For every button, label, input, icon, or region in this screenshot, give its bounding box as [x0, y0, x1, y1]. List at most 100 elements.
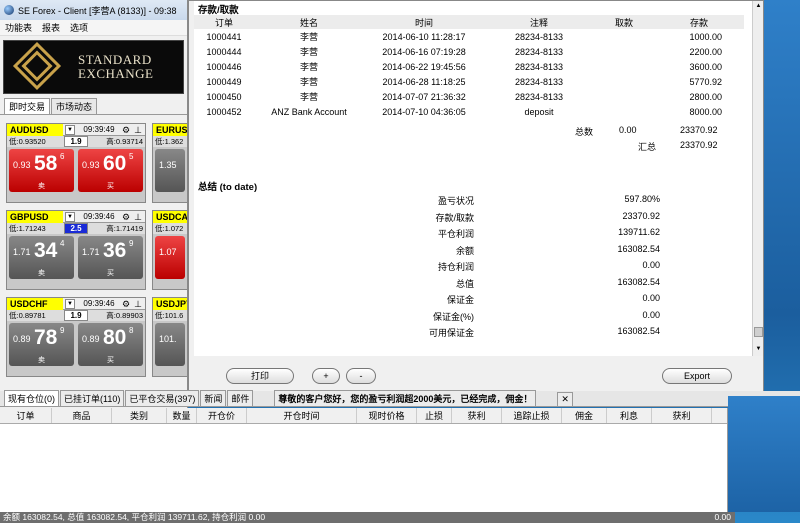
- grid-col-header[interactable]: 类别: [112, 408, 167, 423]
- menu-functions[interactable]: 功能表: [0, 21, 37, 34]
- summary-value: 139711.62: [618, 227, 660, 237]
- grid-col-header[interactable]: 数量: [167, 408, 197, 423]
- gear-icon[interactable]: ⚙: [121, 299, 131, 309]
- quote-symbol[interactable]: EURUS: [153, 124, 187, 136]
- scroll-up-icon[interactable]: ▲: [754, 2, 763, 11]
- report-panel: 存款/取款 订单 姓名 时间 注释 取款 存款 1000441 李营 2014-06…: [194, 1, 752, 356]
- summary-row: 存款/取款 23370.92: [194, 211, 664, 228]
- summary-label: 余额: [455, 245, 474, 256]
- tab-pending-orders[interactable]: 已挂订单(110): [60, 390, 125, 406]
- deposit-row: 1000452 ANZ Bank Account 2014-07-10 04:36:…: [194, 104, 744, 119]
- desktop-area: [728, 396, 800, 512]
- sell-button[interactable]: 1.07: [155, 236, 185, 279]
- sell-button[interactable]: 0.89 78 9 卖: [9, 323, 74, 366]
- dialog-buttons: 打印 + - Export: [189, 368, 765, 388]
- export-button[interactable]: Export: [662, 368, 732, 384]
- chart-icon[interactable]: ⊥: [133, 299, 143, 309]
- grid-col-header[interactable]: 订单: [0, 408, 52, 423]
- gear-icon[interactable]: ⚙: [121, 125, 131, 135]
- close-ticker-icon[interactable]: ✕: [557, 392, 573, 406]
- deposit-table: 订单 姓名 时间 注释 取款 存款 1000441 李营 2014-06-10 11…: [194, 15, 744, 119]
- summary-row: 总值 163082.54: [194, 277, 664, 294]
- quote-symbol[interactable]: USDJPY: [153, 298, 187, 310]
- tab-news[interactable]: 新闻: [200, 390, 227, 406]
- quote-low: 低:0.89781: [9, 311, 46, 320]
- summary-row: 平仓利润 139711.62: [194, 227, 664, 244]
- zoom-out-button[interactable]: -: [346, 368, 376, 384]
- sell-button[interactable]: 0.93 58 6 卖: [9, 149, 74, 192]
- grid-col-header[interactable]: 获利: [452, 408, 502, 423]
- sell-button[interactable]: 1.71 34 4 卖: [9, 236, 74, 279]
- sell-price-prefix: 101.: [159, 334, 177, 344]
- menu-bar: 功能表 报表 选项: [0, 20, 187, 36]
- print-button[interactable]: 打印: [226, 368, 294, 384]
- sell-label: 卖: [38, 270, 45, 277]
- symbol-dropdown-icon[interactable]: ▼: [65, 211, 75, 222]
- buy-button[interactable]: 0.89 80 8 买: [78, 323, 143, 366]
- buy-price-fraction: 8: [129, 326, 134, 335]
- quote-low: 低:0.93520: [9, 137, 46, 146]
- chart-icon[interactable]: ⊥: [133, 125, 143, 135]
- summary-value: 163082.54: [617, 243, 660, 254]
- scroll-down-icon[interactable]: ▼: [754, 345, 763, 354]
- tab-closed-trades[interactable]: 已平仓交易(397): [125, 390, 200, 406]
- summary-label: 平仓利润: [437, 229, 474, 239]
- scroll-thumb[interactable]: [754, 327, 763, 337]
- logo-line2: EXCHANGE: [78, 66, 154, 81]
- deposit-header-row: 订单 姓名 时间 注释 取款 存款: [194, 15, 744, 29]
- quote-symbol[interactable]: USDCA: [153, 211, 187, 223]
- grid-col-header[interactable]: 现时价格: [357, 408, 417, 423]
- total-withdraw: 0.00: [619, 125, 637, 135]
- report-scrollbar[interactable]: ▲ ▼: [752, 1, 763, 356]
- grid-col-header[interactable]: 开仓时间: [247, 408, 357, 423]
- grid-col-header[interactable]: 开仓价: [197, 408, 247, 423]
- tab-market-news[interactable]: 市场动态: [51, 98, 98, 114]
- quote-high: 高:1.71419: [106, 224, 143, 233]
- deposit-cell: 3600.00: [689, 61, 722, 72]
- buy-price-pips: 80: [103, 326, 127, 349]
- deposit-cell: 1000452: [206, 106, 242, 117]
- quote-card-audusd: AUDUSD ▼ 09:39:49 ⚙ ⊥ 低:0.93520 1.9 高:0.…: [6, 123, 146, 203]
- deposit-cell: 2014-07-07 21:36:32: [382, 91, 466, 102]
- grid-col-header[interactable]: 止损: [417, 408, 452, 423]
- sell-button[interactable]: 1.35: [155, 149, 185, 192]
- menu-reports[interactable]: 报表: [37, 21, 65, 34]
- grid-col-header[interactable]: 利息: [607, 408, 652, 423]
- grid-col-header[interactable]: 追踪止损: [502, 408, 562, 423]
- deposit-cell: 1000441: [206, 31, 242, 42]
- grid-col-header[interactable]: 商品: [52, 408, 112, 423]
- quote-symbol[interactable]: GBPUSD: [7, 210, 63, 223]
- status-text: 余额 163082.54, 总值 163082.54, 平仓利润 139711.…: [3, 512, 266, 522]
- left-tabs: 即时交易 市场动态: [0, 98, 187, 115]
- buy-price-fraction: 5: [129, 152, 134, 161]
- col-deposit: 存款: [654, 15, 744, 29]
- sell-price-fraction: 4: [60, 239, 65, 248]
- deposit-cell: 2014-06-16 07:19:28: [382, 46, 466, 57]
- logo-line1: STANDARD: [78, 52, 152, 67]
- buy-label: 买: [107, 270, 114, 277]
- zoom-in-button[interactable]: +: [312, 368, 340, 384]
- col-name: 姓名: [254, 15, 364, 29]
- tab-open-positions[interactable]: 现有仓位(0): [4, 390, 59, 406]
- summary-label: 持仓利润: [437, 262, 474, 272]
- deposit-row: 1000449 李营 2014-06-28 11:18:25 28234-8133 57…: [194, 74, 744, 89]
- buy-button[interactable]: 1.71 36 9 买: [78, 236, 143, 279]
- summary-label: 总值: [455, 278, 474, 289]
- summary-value: 0.00: [642, 309, 660, 320]
- grid-col-header[interactable]: 佣金: [562, 408, 607, 423]
- sell-price-fraction: 6: [60, 152, 65, 161]
- grid-col-header[interactable]: 获利: [652, 408, 712, 423]
- gear-icon[interactable]: ⚙: [121, 212, 131, 222]
- quote-card-usdchf: USDCHF ▼ 09:39:46 ⚙ ⊥ 低:0.89781 1.9 高:0.…: [6, 297, 146, 377]
- tab-mail[interactable]: 邮件: [227, 390, 254, 406]
- symbol-dropdown-icon[interactable]: ▼: [65, 124, 75, 135]
- chart-icon[interactable]: ⊥: [133, 212, 143, 222]
- quote-symbol[interactable]: AUDUSD: [7, 123, 63, 136]
- tab-live-trading[interactable]: 即时交易: [4, 98, 51, 114]
- summary-value: 163082.54: [617, 326, 660, 336]
- buy-button[interactable]: 0.93 60 5 买: [78, 149, 143, 192]
- quote-symbol[interactable]: USDCHF: [7, 297, 63, 310]
- menu-options[interactable]: 选项: [65, 21, 93, 34]
- symbol-dropdown-icon[interactable]: ▼: [65, 298, 75, 309]
- sell-button[interactable]: 101.: [155, 323, 185, 366]
